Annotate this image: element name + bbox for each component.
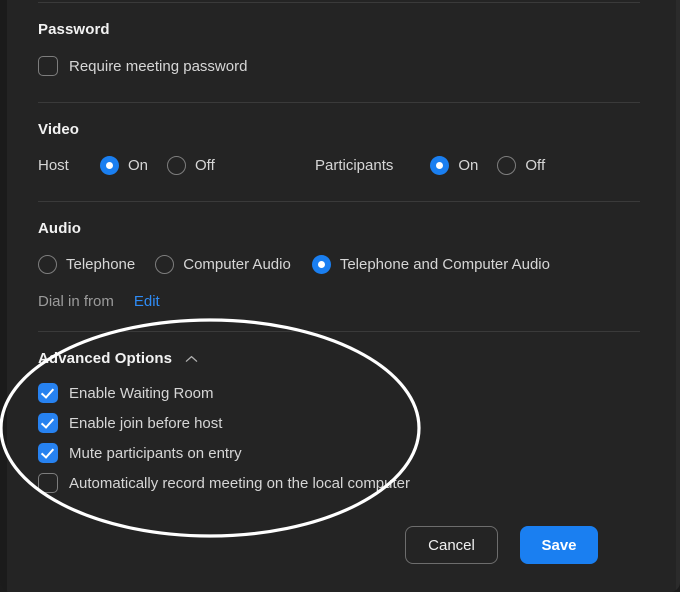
radio-host-on[interactable] (100, 155, 119, 175)
radio-item-computer-audio[interactable]: Computer Audio (155, 254, 291, 274)
section-title-video: Video (38, 121, 80, 138)
dial-in-row: Dial in from Edit (38, 286, 640, 316)
dial-in-label: Dial in from (38, 292, 114, 310)
checkbox-enable-join-before-host[interactable] (38, 413, 58, 433)
checkbox-row-require-meeting-password[interactable]: Require meeting password (38, 51, 640, 81)
video-participants-group: Participants On Off (315, 155, 546, 175)
save-button[interactable]: Save (520, 526, 598, 564)
audio-radio-row: Telephone Computer Audio Telephone and C… (38, 250, 640, 278)
edit-dial-in-link[interactable]: Edit (134, 293, 160, 310)
cancel-button[interactable]: Cancel (405, 526, 498, 564)
radio-item-participants-off[interactable]: Off (497, 155, 546, 175)
checkbox-require-meeting-password[interactable] (38, 56, 58, 76)
advanced-options-header[interactable]: Advanced Options (38, 350, 640, 367)
section-audio: Audio Telephone Computer Audio Telephone… (38, 202, 640, 316)
checkbox-label-enable-waiting-room: Enable Waiting Room (69, 384, 214, 402)
dialog-left-edge (0, 0, 7, 592)
section-password: Password Require meeting password (38, 3, 640, 81)
checkbox-row-enable-waiting-room[interactable]: Enable Waiting Room (38, 378, 640, 408)
checkbox-row-automatically-record-meeting[interactable]: Automatically record meeting on the loca… (38, 468, 640, 498)
radio-participants-on[interactable] (430, 155, 450, 175)
checkbox-label-require-meeting-password: Require meeting password (69, 57, 248, 75)
radio-host-off[interactable] (167, 155, 187, 175)
radio-label-telephone: Telephone (66, 255, 136, 273)
checkbox-label-enable-join-before-host: Enable join before host (69, 414, 223, 432)
video-radio-rows: Host On Off Participants On Off (38, 151, 640, 179)
radio-label-participants-off: Off (525, 156, 546, 174)
radio-computer-audio[interactable] (155, 254, 175, 274)
checkbox-automatically-record-meeting[interactable] (38, 473, 58, 493)
video-host-group: Host On Off (38, 155, 215, 175)
label-participants: Participants (315, 156, 394, 174)
radio-label-host-off: Off (195, 156, 215, 174)
checkbox-enable-waiting-room[interactable] (38, 383, 58, 403)
radio-item-telephone[interactable]: Telephone (38, 254, 136, 274)
radio-label-computer-audio: Computer Audio (183, 255, 291, 273)
checkbox-label-mute-participants-on-entry: Mute participants on entry (69, 444, 242, 462)
label-host: Host (38, 156, 69, 174)
radio-label-telephone-and-computer-audio: Telephone and Computer Audio (339, 255, 550, 273)
radio-label-host-on: On (128, 156, 149, 174)
section-title-password: Password (38, 21, 110, 38)
radio-label-participants-on: On (458, 156, 479, 174)
checkbox-row-enable-join-before-host[interactable]: Enable join before host (38, 408, 640, 438)
checkbox-mute-participants-on-entry[interactable] (38, 443, 58, 463)
section-advanced-options: Advanced Options Enable Waiting Room Ena… (38, 332, 640, 498)
checkbox-label-automatically-record-meeting: Automatically record meeting on the loca… (69, 474, 411, 492)
radio-telephone-and-computer-audio[interactable] (311, 254, 331, 274)
radio-item-telephone-and-computer-audio[interactable]: Telephone and Computer Audio (311, 254, 550, 274)
dialog-footer: Cancel Save (0, 526, 640, 564)
chevron-up-icon[interactable] (185, 355, 198, 363)
checkbox-row-mute-participants-on-entry[interactable]: Mute participants on entry (38, 438, 640, 468)
dialog-right-edge (676, 0, 680, 592)
radio-item-host-on[interactable]: On (100, 155, 149, 175)
dialog-content: Password Require meeting password Video … (38, 0, 640, 498)
radio-item-host-off[interactable]: Off (167, 155, 215, 175)
section-title-advanced-options: Advanced Options (38, 350, 173, 367)
section-title-audio: Audio (38, 220, 81, 237)
section-video: Video Host On Off Participants On Off (38, 103, 640, 179)
radio-item-participants-on[interactable]: On (430, 155, 479, 175)
meeting-settings-dialog: Password Require meeting password Video … (0, 0, 680, 592)
radio-telephone[interactable] (38, 254, 57, 274)
radio-participants-off[interactable] (497, 155, 517, 175)
